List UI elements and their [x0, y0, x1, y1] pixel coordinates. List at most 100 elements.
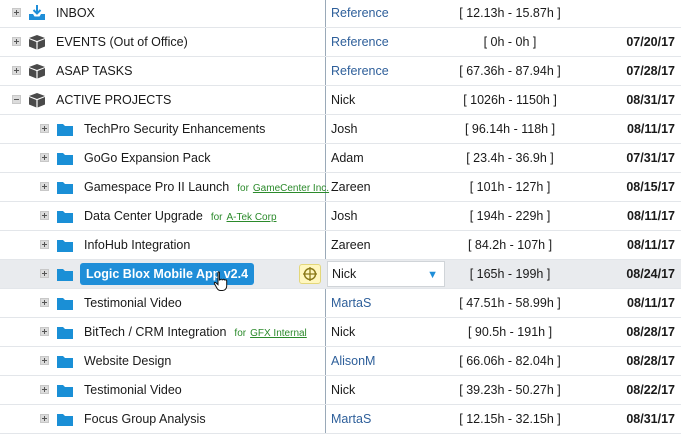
- folder-icon: [56, 150, 74, 166]
- table-row[interactable]: EVENTS (Out of Office) Reference [ 0h - 0h…: [0, 28, 681, 57]
- expand-toggle[interactable]: [40, 356, 49, 365]
- folder-icon: [56, 295, 74, 311]
- table-row[interactable]: GoGo Expansion Pack Adam [ 23.4h - 36.9h ]…: [0, 144, 681, 173]
- expand-toggle[interactable]: [40, 414, 49, 423]
- table-row[interactable]: ASAP TASKS Reference [ 67.36h - 87.94h ] 07…: [0, 57, 681, 86]
- client-label: for GFX Internal: [234, 328, 306, 339]
- owner-cell[interactable]: MartaS: [331, 405, 371, 433]
- folder-icon: [56, 237, 74, 253]
- folder-icon: [56, 353, 74, 369]
- due-date-cell[interactable]: 08/11/17: [580, 231, 675, 259]
- expand-toggle[interactable]: [40, 182, 49, 191]
- expand-toggle[interactable]: [12, 66, 21, 75]
- estimate-cell: [ 101h - 127h ]: [469, 180, 551, 194]
- table-row[interactable]: TechPro Security Enhancements Josh [ 96.14…: [0, 115, 681, 144]
- table-row[interactable]: Testimonial Video Nick [ 39.23h - 50.27h ]…: [0, 376, 681, 405]
- task-name-cell[interactable]: TechPro Security Enhancements: [84, 115, 265, 143]
- table-row[interactable]: InfoHub Integration Zareen [ 84.2h - 107h …: [0, 231, 681, 260]
- expand-toggle[interactable]: [40, 211, 49, 220]
- due-date-cell[interactable]: 07/28/17: [580, 57, 675, 85]
- box-icon: [28, 34, 46, 50]
- table-row[interactable]: BitTech / CRM Integration for GFX Internal…: [0, 318, 681, 347]
- task-name-cell[interactable]: Testimonial Video: [84, 376, 182, 404]
- due-date-cell[interactable]: 08/15/17: [580, 173, 675, 201]
- expand-toggle[interactable]: [40, 124, 49, 133]
- target-icon: [303, 267, 317, 281]
- task-name-cell[interactable]: ACTIVE PROJECTS: [56, 86, 171, 114]
- table-row[interactable]: Gamespace Pro II Launch for GameCenter Inc…: [0, 173, 681, 202]
- table-row[interactable]: Focus Group Analysis MartaS [ 12.15h - 32.…: [0, 405, 681, 434]
- expand-toggle[interactable]: [12, 37, 21, 46]
- due-date-cell[interactable]: 07/31/17: [580, 144, 675, 172]
- owner-cell[interactable]: Reference: [331, 57, 389, 85]
- task-name-cell[interactable]: INBOX: [56, 0, 95, 27]
- estimate-cell: [ 0h - 0h ]: [483, 35, 537, 49]
- chevron-down-icon[interactable]: ▼: [427, 270, 438, 281]
- due-date-cell[interactable]: 08/31/17: [580, 86, 675, 114]
- due-date-cell[interactable]: 07/20/17: [580, 28, 675, 56]
- task-name-cell[interactable]: Gamespace Pro II Launch for GameCenter Inc…: [84, 173, 329, 201]
- estimate-cell: [ 12.13h - 15.87h ]: [459, 6, 561, 20]
- expand-toggle[interactable]: [40, 153, 49, 162]
- due-date-cell[interactable]: 08/28/17: [580, 318, 675, 346]
- table-row[interactable]: Data Center Upgrade for A-Tek Corp Josh [ 19…: [0, 202, 681, 231]
- task-name-cell[interactable]: Testimonial Video: [84, 289, 182, 317]
- owner-cell[interactable]: Reference: [331, 28, 389, 56]
- owner-cell[interactable]: Nick: [331, 376, 355, 404]
- estimate-cell: [ 1026h - 1150h ]: [463, 93, 557, 107]
- due-date-cell[interactable]: [580, 0, 675, 27]
- table-row[interactable]: Testimonial Video MartaS [ 47.51h - 58.99h…: [0, 289, 681, 318]
- collapse-toggle[interactable]: [12, 95, 21, 104]
- due-date-cell[interactable]: 08/11/17: [580, 289, 675, 317]
- table-row[interactable]: ACTIVE PROJECTS Nick [ 1026h - 1150h ] 08/3…: [0, 86, 681, 115]
- task-name-cell[interactable]: ASAP TASKS: [56, 57, 132, 85]
- task-name-cell[interactable]: GoGo Expansion Pack: [84, 144, 210, 172]
- owner-cell[interactable]: Zareen: [331, 231, 371, 259]
- estimate-cell: [ 66.06h - 82.04h ]: [459, 354, 561, 368]
- task-name-cell[interactable]: InfoHub Integration: [84, 231, 190, 259]
- owner-cell[interactable]: Josh: [331, 202, 357, 230]
- owner-cell[interactable]: Nick: [331, 318, 355, 346]
- expand-toggle[interactable]: [40, 327, 49, 336]
- table-row[interactable]: Website Design AlisonM [ 66.06h - 82.04h ]…: [0, 347, 681, 376]
- client-label: for GameCenter Inc.: [237, 183, 329, 194]
- client-link[interactable]: A-Tek Corp: [227, 212, 277, 223]
- owner-cell[interactable]: Zareen: [331, 173, 371, 201]
- due-date-cell[interactable]: 08/31/17: [580, 405, 675, 433]
- owner-select[interactable]: Nick ▼: [327, 261, 445, 287]
- expand-toggle[interactable]: [40, 269, 49, 278]
- task-name-cell[interactable]: EVENTS (Out of Office): [56, 28, 188, 56]
- expand-toggle[interactable]: [40, 385, 49, 394]
- due-date-cell[interactable]: 08/11/17: [580, 202, 675, 230]
- owner-cell[interactable]: Reference: [331, 0, 389, 27]
- target-button[interactable]: [299, 264, 321, 284]
- task-name-cell[interactable]: BitTech / CRM Integration for GFX Internal: [84, 318, 307, 346]
- owner-cell[interactable]: Nick: [331, 86, 355, 114]
- task-name: Testimonial Video: [84, 296, 182, 310]
- expand-toggle[interactable]: [12, 8, 21, 17]
- task-name-cell[interactable]: Focus Group Analysis: [84, 405, 206, 433]
- task-name: EVENTS (Out of Office): [56, 35, 188, 49]
- expand-toggle[interactable]: [40, 298, 49, 307]
- owner-cell[interactable]: Adam: [331, 144, 364, 172]
- owner-cell[interactable]: AlisonM: [331, 347, 375, 375]
- due-date-cell[interactable]: 08/24/17: [580, 260, 675, 288]
- due-date-cell[interactable]: 08/28/17: [580, 347, 675, 375]
- due-date-cell[interactable]: 08/11/17: [580, 115, 675, 143]
- table-row[interactable]: Logic Blox Mobile App v2.4 Nick ▼[ 165h - …: [0, 260, 681, 289]
- task-name: Data Center Upgrade: [84, 209, 203, 223]
- client-link[interactable]: GFX Internal: [250, 328, 307, 339]
- folder-icon: [56, 411, 74, 427]
- task-name-cell[interactable]: Data Center Upgrade for A-Tek Corp: [84, 202, 277, 230]
- owner-cell[interactable]: MartaS: [331, 289, 371, 317]
- estimate-cell: [ 12.15h - 32.15h ]: [459, 412, 561, 426]
- estimate-cell: [ 39.23h - 50.27h ]: [459, 383, 561, 397]
- estimate-cell: [ 84.2h - 107h ]: [467, 238, 553, 252]
- table-row[interactable]: INBOX Reference [ 12.13h - 15.87h ]: [0, 0, 681, 28]
- task-name-cell[interactable]: Website Design: [84, 347, 171, 375]
- owner-cell[interactable]: Josh: [331, 115, 357, 143]
- due-date-cell[interactable]: 08/22/17: [580, 376, 675, 404]
- client-link[interactable]: GameCenter Inc.: [253, 183, 329, 194]
- hand-cursor-icon: [212, 271, 230, 293]
- expand-toggle[interactable]: [40, 240, 49, 249]
